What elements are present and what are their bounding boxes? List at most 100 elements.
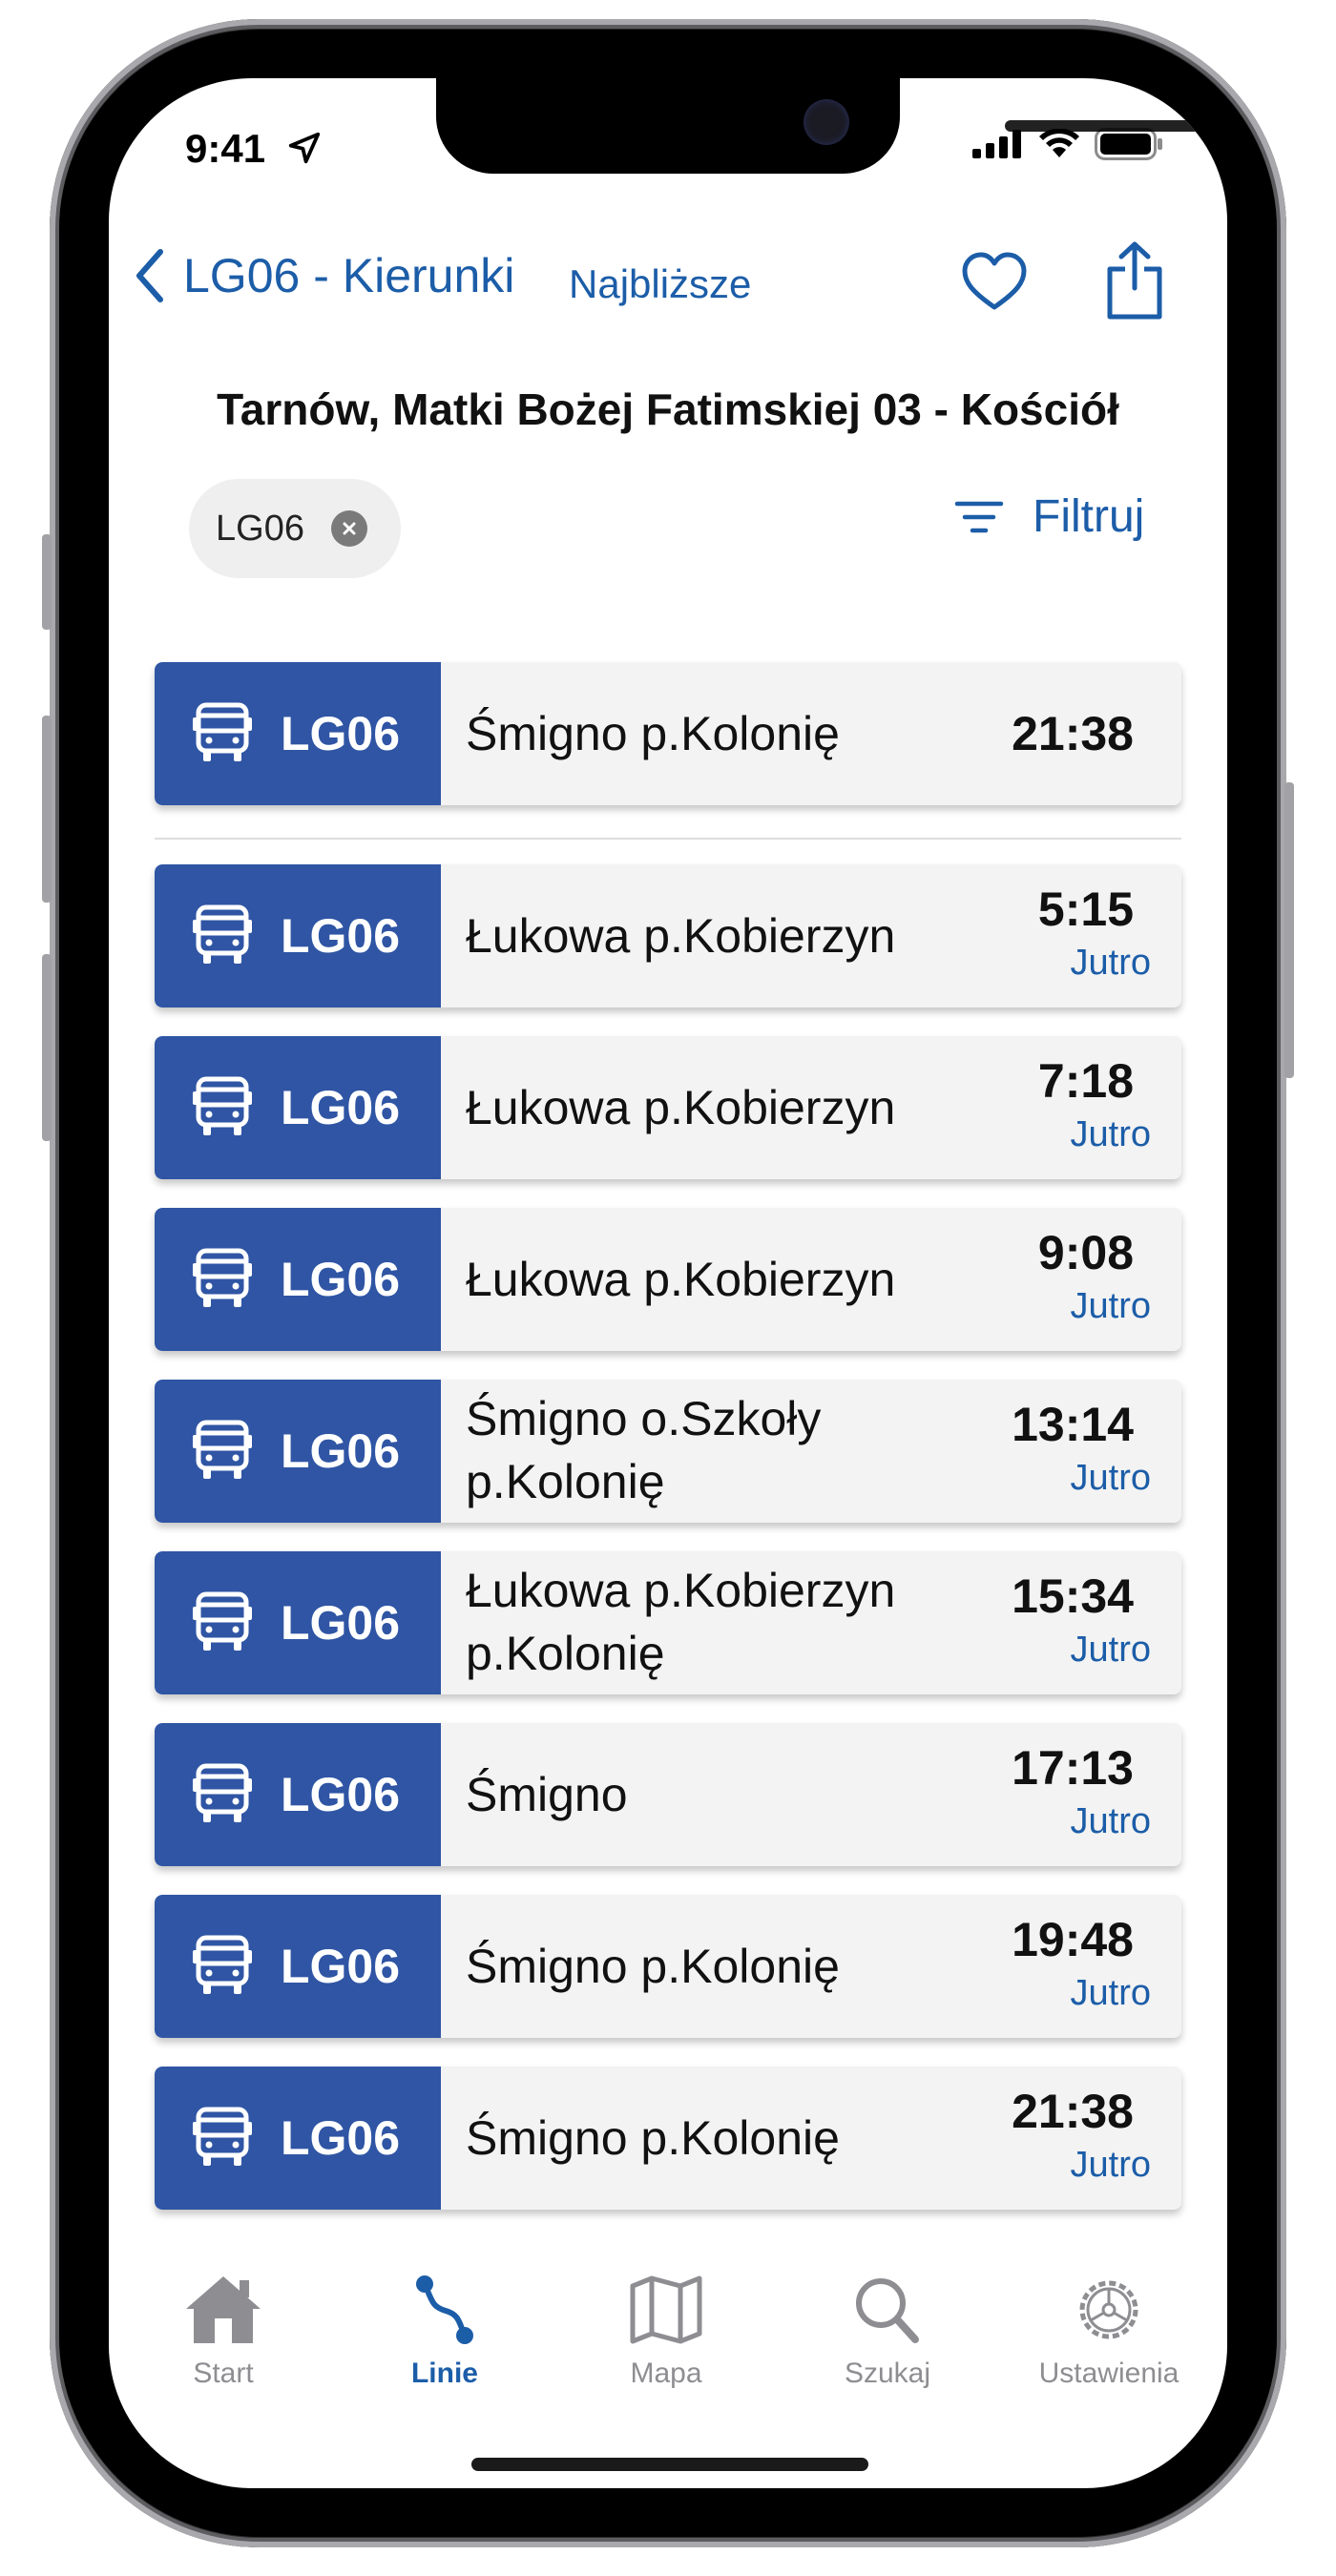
filter-label: Filtruj <box>1033 491 1145 542</box>
line-label: LG06 <box>281 1768 401 1821</box>
app-screen: 9:41 LG06 - Kierunki Najbliższe Tarnów, … <box>109 78 1227 2488</box>
location-arrow-icon <box>288 132 321 164</box>
departure-time: 9:08 <box>1037 1226 1134 1279</box>
filter-button[interactable]: Filtruj <box>954 490 1144 543</box>
departure-row[interactable]: LG06 Łukowa p.Kobierzyn 5:15 Jutro <box>155 864 1181 1008</box>
line-badge: LG06 <box>155 1208 441 1351</box>
line-badge: LG06 <box>155 1036 441 1179</box>
line-label: LG06 <box>281 1596 401 1650</box>
line-label: LG06 <box>281 909 401 963</box>
line-badge: LG06 <box>155 1551 441 1694</box>
destination: Śmigno <box>466 1768 628 1821</box>
departure-day: Jutro <box>1070 2145 1151 2185</box>
search-icon <box>856 2278 919 2343</box>
departure-row[interactable]: LG06 Łukowa p.Kobierzyn p.Kolonię 15:34 Jut… <box>155 1551 1181 1694</box>
bus-icon <box>193 702 252 761</box>
departure-day: Jutro <box>1070 1801 1151 1841</box>
line-badge: LG06 <box>155 662 441 805</box>
destination: Łukowa p.Kobierzyn <box>466 909 896 963</box>
stop-title: Tarnów, Matki Bożej Fatimskiej 03 - Kośc… <box>217 384 1119 434</box>
home-icon <box>186 2276 261 2343</box>
side-button <box>42 534 52 630</box>
departure-row[interactable]: LG06 Śmigno p.Kolonię 21:38 <box>155 662 1181 805</box>
volume-down-button <box>42 954 52 1141</box>
line-label: LG06 <box>281 2111 401 2165</box>
departure-row[interactable]: LG06 Śmigno p.Kolonię 21:38 Jutro <box>155 2067 1181 2210</box>
departure-day: Jutro <box>1070 1458 1151 1498</box>
share-icon[interactable] <box>1104 240 1165 321</box>
departure-row[interactable]: LG06 Łukowa p.Kobierzyn 9:08 Jutro <box>155 1208 1181 1351</box>
bus-icon <box>193 1591 252 1651</box>
departure-time: 19:48 <box>1012 1913 1134 1966</box>
navigation-bar: LG06 - Kierunki Najbliższe <box>109 240 1227 326</box>
departure-day: Jutro <box>1070 1114 1151 1154</box>
line-badge: LG06 <box>155 1895 441 2038</box>
tab-label: Ustawienia <box>1038 2358 1179 2389</box>
front-camera <box>804 99 849 145</box>
line-label: LG06 <box>281 1253 401 1306</box>
chip-label: LG06 <box>216 508 304 549</box>
departure-time: 7:18 <box>1037 1054 1134 1108</box>
bus-icon <box>193 2107 252 2166</box>
line-filter-chip[interactable]: LG06 <box>189 479 401 578</box>
destination: Śmigno p.Kolonię <box>466 707 840 760</box>
tab-label: Start <box>193 2358 254 2389</box>
back-button[interactable]: LG06 - Kierunki <box>134 248 514 303</box>
power-button <box>1284 782 1294 1078</box>
tab-linie[interactable]: Linie <box>349 2273 540 2390</box>
departure-time: 5:15 <box>1037 883 1134 936</box>
line-badge: LG06 <box>155 864 441 1008</box>
cellular-signal-icon <box>972 130 1021 158</box>
tab-ustawienia[interactable]: Ustawienia <box>1013 2273 1204 2390</box>
status-indicators <box>972 128 1163 160</box>
map-icon <box>630 2275 702 2344</box>
notch <box>436 78 1201 174</box>
departure-time: 17:13 <box>1012 1741 1134 1795</box>
back-title: LG06 - Kierunki <box>183 249 515 302</box>
departure-row[interactable]: LG06 Śmigno p.Kolonię 19:48 Jutro <box>155 1895 1181 2038</box>
destination: Łukowa p.Kobierzyn <box>466 1253 896 1306</box>
filter-lines-icon <box>954 501 1004 532</box>
remove-filter-icon[interactable] <box>330 510 367 547</box>
chevron-left-icon <box>136 249 163 302</box>
departure-row[interactable]: LG06 Śmigno 17:13 Jutro <box>155 1723 1181 1866</box>
departure-time: 15:34 <box>1012 1569 1134 1623</box>
destination: Śmigno p.Kolonię <box>466 1940 840 1993</box>
line-badge: LG06 <box>155 1380 441 1523</box>
destination: Łukowa p.Kobierzyn p.Kolonię <box>466 1564 896 1680</box>
bus-icon <box>193 1763 252 1822</box>
destination: Śmigno p.Kolonię <box>466 2111 840 2165</box>
line-label: LG06 <box>281 1081 401 1134</box>
tab-label: Linie <box>410 2358 478 2389</box>
departure-time: 21:38 <box>1012 2085 1134 2138</box>
tab-start[interactable]: Start <box>128 2273 319 2390</box>
status-time: 9:41 <box>185 126 266 171</box>
departure-day: Jutro <box>1070 1973 1151 2013</box>
tab-mapa[interactable]: Mapa <box>571 2273 762 2390</box>
tab-szukaj[interactable]: Szukaj <box>792 2273 983 2390</box>
line-badge: LG06 <box>155 1723 441 1866</box>
line-label: LG06 <box>281 707 401 760</box>
home-indicator <box>471 2458 868 2471</box>
destination: Łukowa p.Kobierzyn <box>466 1081 896 1134</box>
wifi-icon <box>1039 129 1079 157</box>
line-badge: LG06 <box>155 2067 441 2210</box>
departure-time: 13:14 <box>1012 1398 1134 1451</box>
bus-icon <box>193 1248 252 1307</box>
departure-day: Jutro <box>1070 1286 1151 1326</box>
nearest-button[interactable]: Najbliższe <box>569 261 751 307</box>
volume-up-button <box>42 716 52 903</box>
departure-row[interactable]: LG06 Śmigno o.Szkoły p.Kolonię 13:14 Jutro <box>155 1380 1181 1523</box>
departure-day: Jutro <box>1070 1630 1151 1670</box>
battery-icon <box>1095 128 1162 160</box>
bus-icon <box>193 1935 252 1994</box>
line-label: LG06 <box>281 1940 401 1993</box>
destination: Śmigno o.Szkoły p.Kolonię <box>466 1392 822 1508</box>
bus-icon <box>193 1420 252 1479</box>
heart-icon[interactable] <box>961 252 1028 313</box>
list-divider <box>155 838 1181 840</box>
bus-icon <box>193 904 252 964</box>
bus-icon <box>193 1076 252 1135</box>
route-icon <box>416 2275 473 2344</box>
departure-row[interactable]: LG06 Łukowa p.Kobierzyn 7:18 Jutro <box>155 1036 1181 1179</box>
